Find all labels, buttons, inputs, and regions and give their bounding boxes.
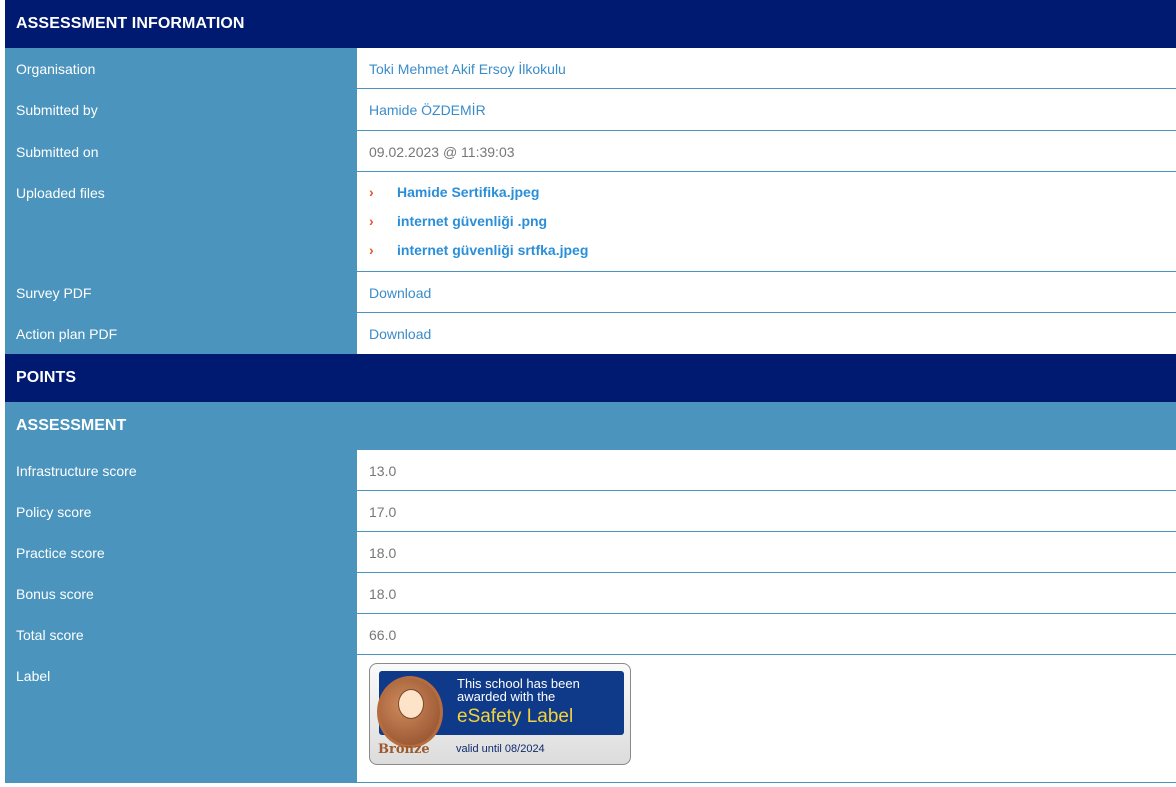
organisation-label: Organisation bbox=[5, 48, 357, 89]
label-row-label: Label bbox=[5, 655, 357, 783]
score-value: 66.0 bbox=[357, 614, 1176, 655]
file-link[interactable]: internet güvenliği .png bbox=[397, 212, 547, 241]
badge-level: Bronze bbox=[378, 742, 430, 757]
score-value: 18.0 bbox=[357, 573, 1176, 614]
score-row: Policy score 17.0 bbox=[5, 491, 1176, 532]
file-link[interactable]: Hamide Sertifika.jpeg bbox=[397, 183, 539, 212]
score-row: Infrastructure score 13.0 bbox=[5, 450, 1176, 491]
survey-pdf-row: Survey PDF Download bbox=[5, 272, 1176, 313]
badge-title: eSafety Label bbox=[457, 706, 574, 727]
label-row: Label This school has been awarded with … bbox=[5, 655, 1176, 783]
submitted-on-value: 09.02.2023 @ 11:39:03 bbox=[357, 131, 1176, 172]
submitted-by-row: Submitted by Hamide ÖZDEMİR bbox=[5, 89, 1176, 131]
action-plan-pdf-row: Action plan PDF Download bbox=[5, 313, 1176, 354]
survey-pdf-download-link[interactable]: Download bbox=[369, 285, 431, 301]
assessment-information-header: ASSESSMENT INFORMATION bbox=[5, 0, 1176, 48]
score-label: Infrastructure score bbox=[5, 450, 357, 491]
score-value: 18.0 bbox=[357, 532, 1176, 573]
uploaded-files-label: Uploaded files bbox=[5, 172, 357, 272]
submitted-by-label: Submitted by bbox=[5, 89, 357, 131]
esafety-label-badge: This school has been awarded with the eS… bbox=[369, 663, 631, 765]
score-value: 17.0 bbox=[357, 491, 1176, 532]
uploaded-files-list: › Hamide Sertifika.jpeg › internet güven… bbox=[369, 183, 1176, 270]
score-label: Total score bbox=[5, 614, 357, 655]
survey-pdf-value: Download bbox=[357, 272, 1176, 313]
points-header: POINTS bbox=[5, 354, 1176, 402]
file-item[interactable]: › internet güvenliği srtfka.jpeg bbox=[369, 241, 1176, 270]
file-item[interactable]: › Hamide Sertifika.jpeg bbox=[369, 183, 1176, 212]
chevron-right-icon: › bbox=[369, 184, 374, 200]
score-label: Policy score bbox=[5, 491, 357, 532]
uploaded-files-value: › Hamide Sertifika.jpeg › internet güven… bbox=[357, 172, 1176, 272]
file-item[interactable]: › internet güvenliği .png bbox=[369, 212, 1176, 241]
organisation-value[interactable]: Toki Mehmet Akif Ersoy İlkokulu bbox=[357, 48, 1176, 89]
chevron-right-icon: › bbox=[369, 213, 374, 229]
assessment-subheader: ASSESSMENT bbox=[5, 402, 1176, 450]
score-value: 13.0 bbox=[357, 450, 1176, 491]
badge-text: This school has been awarded with the bbox=[457, 676, 580, 704]
child-face-icon bbox=[398, 689, 424, 719]
uploaded-files-row: Uploaded files › Hamide Sertifika.jpeg ›… bbox=[5, 172, 1176, 272]
action-plan-pdf-download-link[interactable]: Download bbox=[369, 326, 431, 342]
score-row: Bonus score 18.0 bbox=[5, 573, 1176, 614]
submitted-on-row: Submitted on 09.02.2023 @ 11:39:03 bbox=[5, 131, 1176, 172]
score-label: Bonus score bbox=[5, 573, 357, 614]
submitted-on-label: Submitted on bbox=[5, 131, 357, 172]
assessment-panel: ASSESSMENT INFORMATION Organisation Toki… bbox=[5, 0, 1176, 783]
submitted-by-value[interactable]: Hamide ÖZDEMİR bbox=[357, 89, 1176, 131]
survey-pdf-label: Survey PDF bbox=[5, 272, 357, 313]
label-row-value: This school has been awarded with the eS… bbox=[357, 655, 1176, 783]
action-plan-pdf-label: Action plan PDF bbox=[5, 313, 357, 354]
score-label: Practice score bbox=[5, 532, 357, 573]
score-row: Practice score 18.0 bbox=[5, 532, 1176, 573]
chevron-right-icon: › bbox=[369, 242, 374, 258]
bronze-medal-icon bbox=[377, 676, 443, 748]
badge-validity: valid until 08/2024 bbox=[456, 743, 545, 755]
file-link[interactable]: internet güvenliği srtfka.jpeg bbox=[397, 241, 588, 270]
action-plan-pdf-value: Download bbox=[357, 313, 1176, 354]
score-row: Total score 66.0 bbox=[5, 614, 1176, 655]
organisation-row: Organisation Toki Mehmet Akif Ersoy İlko… bbox=[5, 48, 1176, 89]
